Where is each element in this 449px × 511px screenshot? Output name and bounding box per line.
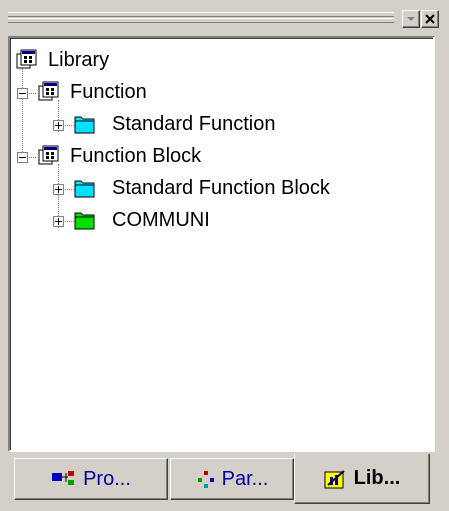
library-book-icon: [324, 469, 345, 488]
tree-node-standard-function[interactable]: Standard Function: [74, 108, 275, 140]
dropdown-icon: [407, 17, 415, 21]
function-group-icon: [38, 145, 59, 165]
folder-icon: [74, 212, 95, 230]
title-bar: [0, 0, 449, 34]
parameter-icon: [197, 471, 214, 488]
tree-node-communi[interactable]: COMMUNI: [74, 204, 210, 236]
project-icon: [52, 471, 75, 485]
tree-node-label: Standard Function: [112, 112, 276, 135]
tab-library[interactable]: Lib...: [294, 454, 430, 504]
tree-node-label: Library: [48, 48, 110, 71]
close-icon: [425, 14, 435, 24]
library-icon: [16, 49, 37, 69]
expand-toggle[interactable]: [53, 184, 64, 195]
close-button[interactable]: [421, 10, 439, 28]
tree-node-library[interactable]: Library: [16, 44, 109, 76]
restore-button[interactable]: [402, 10, 420, 28]
tree-node-label: Standard Function Block: [112, 176, 330, 199]
folder-icon: [74, 180, 95, 198]
tree-node-label: COMMUNI: [112, 208, 210, 231]
collapse-toggle[interactable]: [17, 88, 28, 99]
tree-node-function[interactable]: Function: [38, 76, 147, 108]
folder-icon: [74, 116, 95, 134]
tree-node-label: Function: [70, 80, 147, 103]
collapse-toggle[interactable]: [17, 152, 28, 163]
tab-project[interactable]: Pro...: [14, 458, 168, 500]
tree-node-label: Function Block: [70, 144, 202, 167]
tab-parameters[interactable]: Par...: [170, 458, 294, 500]
grip-line: [8, 12, 394, 17]
library-tree[interactable]: Library Function Standard Function Funct…: [8, 36, 435, 452]
panel-tabs: Pro... Par... Lib...: [0, 452, 449, 511]
expand-toggle[interactable]: [53, 216, 64, 227]
tree-node-function-block[interactable]: Function Block: [38, 140, 201, 172]
grip-line: [8, 18, 394, 23]
function-group-icon: [38, 81, 59, 101]
tree-node-standard-function-block[interactable]: Standard Function Block: [74, 172, 330, 204]
expand-toggle[interactable]: [53, 120, 64, 131]
